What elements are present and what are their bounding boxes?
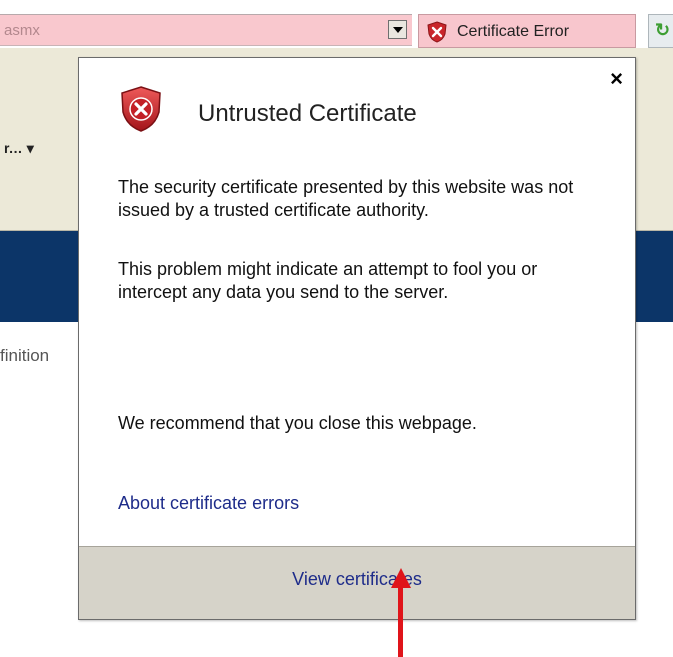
certificate-error-button[interactable]: Certificate Error — [418, 14, 636, 48]
certificate-error-label: Certificate Error — [457, 23, 570, 40]
popup-title: Untrusted Certificate — [198, 100, 417, 127]
certificate-error-popup: × Untrusted Certificate The security cer… — [78, 57, 636, 620]
popup-message-3: We recommend that you close this webpage… — [118, 413, 477, 433]
command-menu-fragment[interactable]: r... ▾ — [4, 140, 34, 157]
shield-x-icon — [121, 86, 161, 132]
address-dropdown-button[interactable] — [388, 20, 407, 39]
annotation-arrow — [398, 584, 403, 657]
refresh-icon: ↻ — [655, 20, 671, 40]
popup-message-2: This problem might indicate an attempt t… — [118, 259, 538, 302]
address-text: asmx — [4, 22, 40, 39]
popup-message-1: The security certificate presented by th… — [118, 177, 574, 220]
view-certificates-button[interactable]: View certificates — [79, 569, 635, 590]
popup-footer: View certificates — [79, 546, 635, 619]
address-bar[interactable]: asmx — [0, 14, 412, 46]
refresh-button[interactable]: ↻ — [648, 14, 673, 48]
close-button[interactable]: × — [610, 66, 623, 92]
shield-x-icon — [427, 21, 447, 43]
page-text-fragment: finition — [0, 346, 50, 365]
about-certificate-errors-link[interactable]: About certificate errors — [118, 493, 299, 514]
